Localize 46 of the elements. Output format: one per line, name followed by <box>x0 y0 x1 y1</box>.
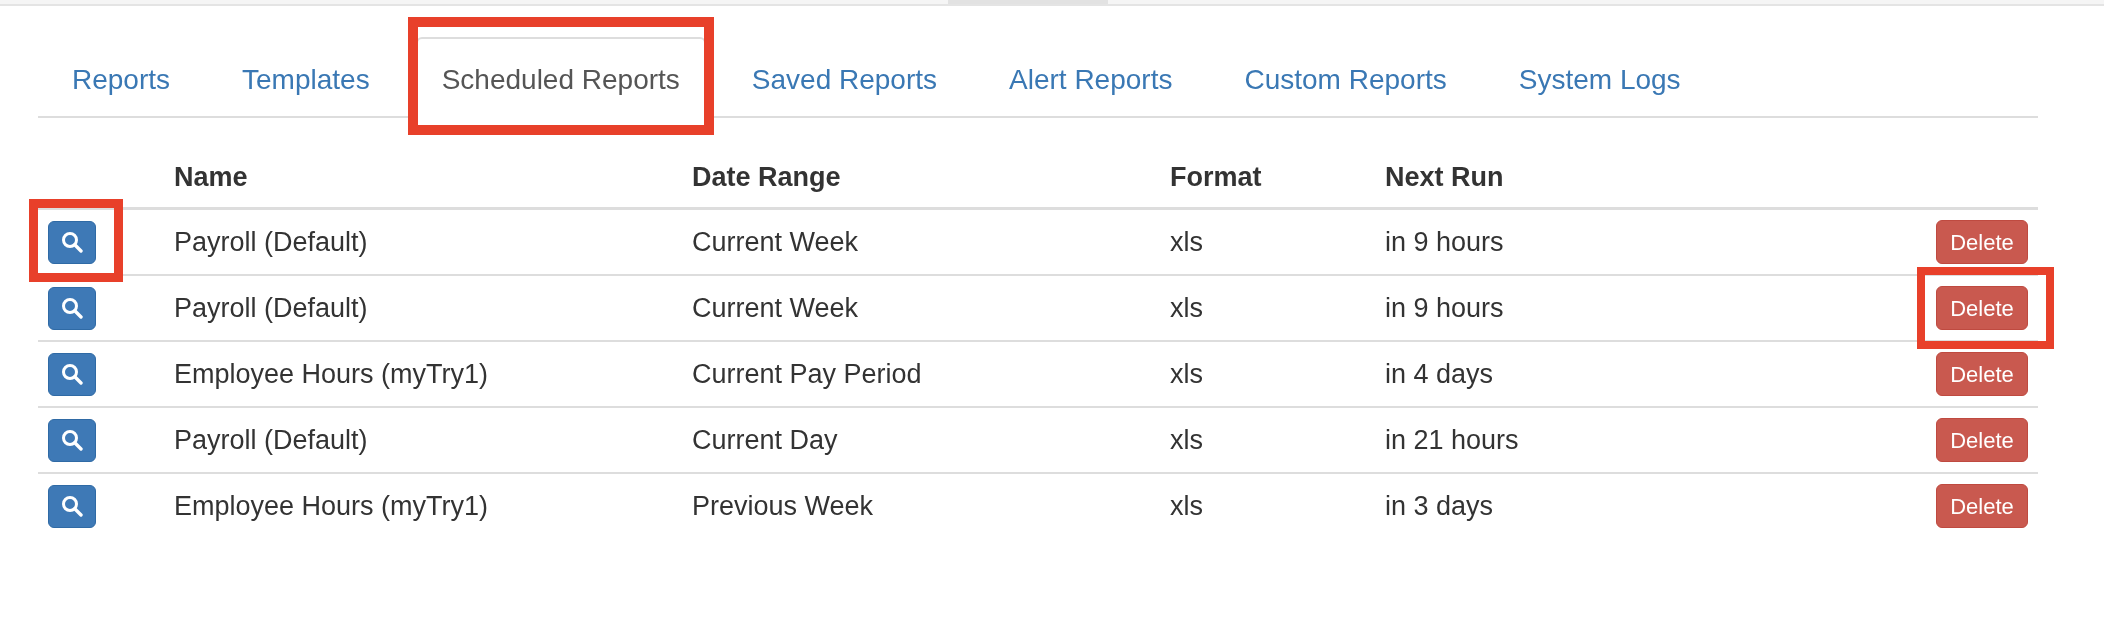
tab[interactable]: Templates <box>216 37 396 118</box>
tab[interactable]: System Logs <box>1492 37 1707 118</box>
table-cell: Employee Hours (myTry1) <box>174 490 489 521</box>
column-header: Date Range <box>692 161 841 192</box>
delete-button[interactable]: Delete <box>1936 484 2028 528</box>
view-button[interactable] <box>48 286 96 330</box>
search-icon <box>61 231 83 253</box>
search-icon <box>61 363 83 385</box>
view-button[interactable] <box>48 484 96 528</box>
search-icon <box>61 297 83 319</box>
table-cell: in 3 days <box>1385 490 1494 521</box>
table-cell: xls <box>1170 292 1203 323</box>
view-button[interactable] <box>48 220 96 264</box>
table-cell: xls <box>1170 226 1203 257</box>
delete-button[interactable]: Delete <box>1936 418 2028 462</box>
column-header: Format <box>1170 161 1262 192</box>
search-icon <box>61 429 83 451</box>
table-cell: xls <box>1170 490 1203 521</box>
table-cell: Current Pay Period <box>692 358 922 389</box>
delete-button[interactable]: Delete <box>1936 220 2028 264</box>
tab[interactable]: Saved Reports <box>725 37 964 118</box>
delete-button[interactable]: Delete <box>1936 286 2028 330</box>
search-icon <box>61 495 83 517</box>
view-button[interactable] <box>48 418 96 462</box>
column-header: Name <box>174 161 248 192</box>
table-cell: Payroll (Default) <box>174 424 368 455</box>
tab[interactable]: Custom Reports <box>1218 37 1473 118</box>
table-cell: Current Week <box>692 292 859 323</box>
delete-button[interactable]: Delete <box>1936 352 2028 396</box>
tab[interactable]: Scheduled Reports <box>415 37 706 118</box>
table-cell: Current Day <box>692 424 838 455</box>
column-header: Next Run <box>1385 161 1504 192</box>
table-cell: Payroll (Default) <box>174 226 368 257</box>
table-cell: Employee Hours (myTry1) <box>174 358 489 389</box>
table-cell: Previous Week <box>692 490 874 521</box>
table-cell: Payroll (Default) <box>174 292 368 323</box>
table-cell: xls <box>1170 358 1203 389</box>
table-cell: in 21 hours <box>1385 424 1519 455</box>
view-button[interactable] <box>48 352 96 396</box>
tab[interactable]: Alert Reports <box>983 37 1199 118</box>
table-cell: Current Week <box>692 226 859 257</box>
table-cell: xls <box>1170 424 1203 455</box>
table-cell: in 4 days <box>1385 358 1494 389</box>
tab[interactable]: Reports <box>46 37 197 118</box>
table-cell: in 9 hours <box>1385 226 1504 257</box>
table-cell: in 9 hours <box>1385 292 1504 323</box>
